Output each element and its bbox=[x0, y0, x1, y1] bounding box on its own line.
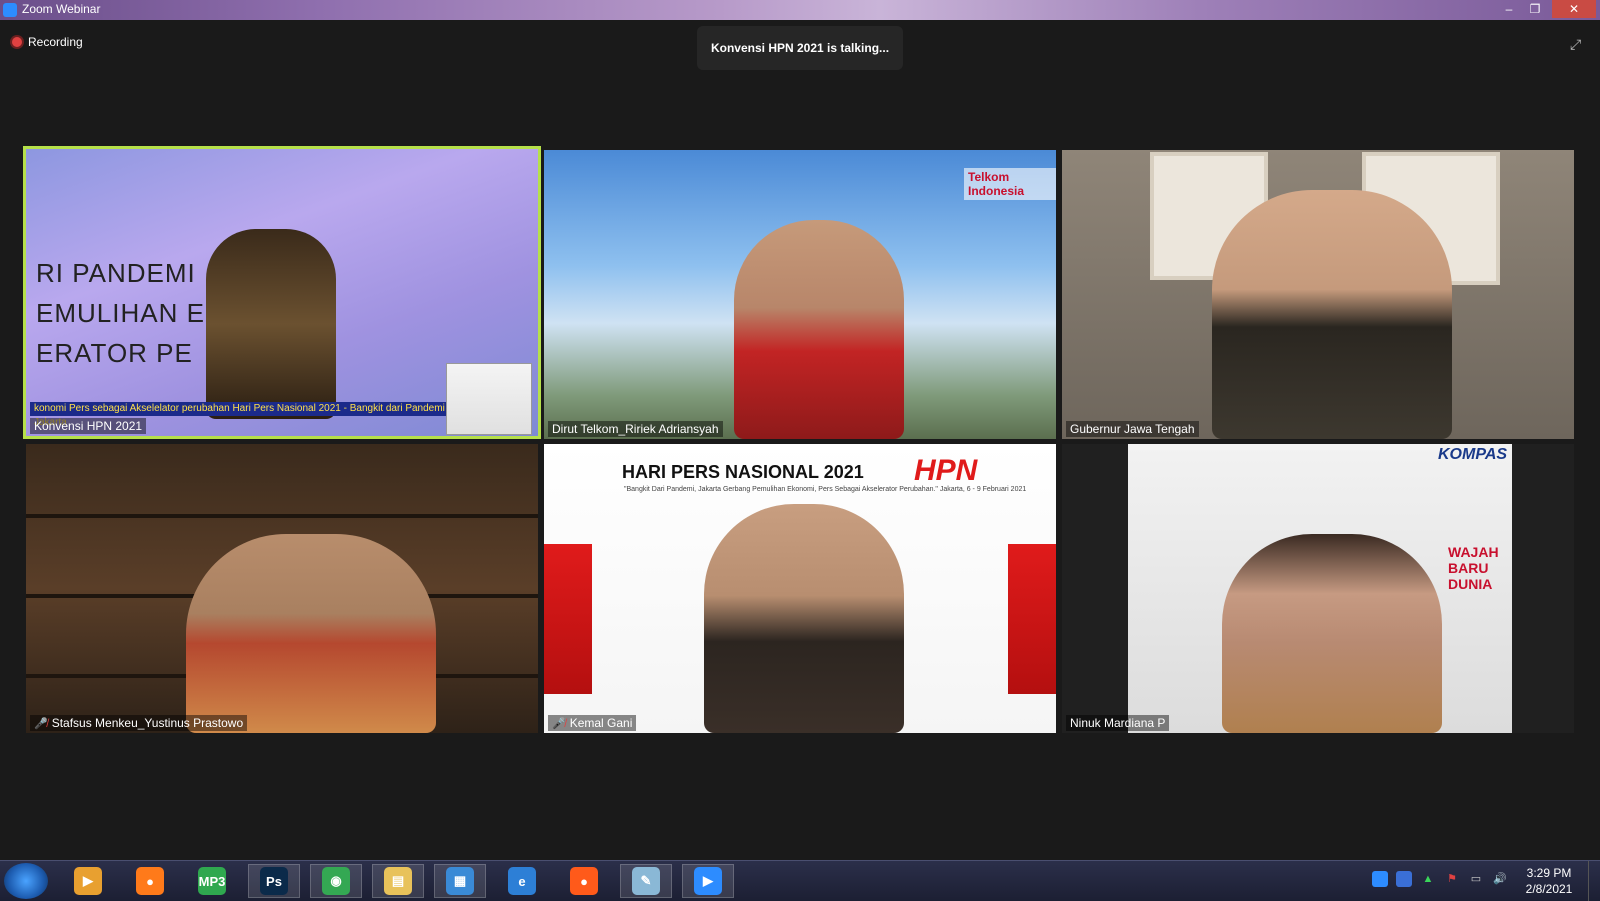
recording-label: Recording bbox=[28, 35, 83, 49]
clock-date: 2/8/2021 bbox=[1525, 882, 1573, 896]
volume-icon[interactable]: 🔊 bbox=[1492, 871, 1508, 887]
file-explorer-icon: ▤ bbox=[384, 867, 412, 895]
taskbar-app-image-viewer[interactable]: ▦ bbox=[434, 864, 486, 898]
taskbar-app-file-explorer[interactable]: ▤ bbox=[372, 864, 424, 898]
participant-figure bbox=[734, 220, 904, 439]
talking-banner: Konvensi HPN 2021 is talking... bbox=[697, 26, 903, 70]
banner-title: HARI PERS NASIONAL 2021 bbox=[622, 462, 864, 482]
video-tile-stafsus-menkeu[interactable]: 🎤̸ Stafsus Menkeu_Yustinus Prastowo bbox=[26, 444, 538, 733]
taskbar-app-internet-explorer[interactable]: e bbox=[496, 864, 548, 898]
mic-muted-icon: 🎤̸ bbox=[552, 717, 566, 730]
participant-name-label: Konvensi HPN 2021 bbox=[34, 419, 143, 433]
video-tile-kemal-gani[interactable]: HARI PERS NASIONAL 2021 "Bangkit Dari Pa… bbox=[544, 444, 1056, 733]
window-title: Zoom Webinar bbox=[22, 2, 101, 16]
taskbar-app-firefox-2[interactable]: ● bbox=[558, 864, 610, 898]
clock[interactable]: 3:29 PM 2/8/2021 bbox=[1518, 865, 1580, 897]
fullscreen-icon[interactable]: ⤢ bbox=[1570, 36, 1586, 52]
participant-figure bbox=[704, 504, 904, 733]
chrome-icon: ◉ bbox=[322, 867, 350, 895]
firefox-2-icon: ● bbox=[570, 867, 598, 895]
start-button[interactable] bbox=[4, 863, 48, 899]
stage-caption: konomi Pers sebagai Akselelator perubaha… bbox=[30, 402, 474, 428]
title-bar[interactable]: Zoom Webinar – ❐ ✕ bbox=[0, 0, 1600, 20]
clock-time: 3:29 PM bbox=[1526, 866, 1572, 880]
participant-figure bbox=[1212, 190, 1452, 439]
hpn-logo: HPN bbox=[914, 454, 978, 487]
taskbar-app-zoom[interactable]: ▶ bbox=[682, 864, 734, 898]
flag-tray-icon[interactable]: ⚑ bbox=[1444, 871, 1460, 887]
taskbar: ▶ ● MP3 Ps ◉ ▤ ▦ e ● ✎ ▶ ▲ ⚑ ▭ 🔊 3:29 PM 2/8/2021 bbox=[0, 860, 1600, 901]
participant-name: Dirut Telkom_Ririek Adriansyah bbox=[548, 421, 723, 437]
minimize-button[interactable]: – bbox=[1496, 0, 1522, 18]
participant-name: 🎤̸ Stafsus Menkeu_Yustinus Prastowo bbox=[30, 715, 248, 731]
maximize-button[interactable]: ❐ bbox=[1522, 0, 1548, 18]
internet-explorer-icon: e bbox=[508, 867, 536, 895]
video-tile-gubernur[interactable]: Gubernur Jawa Tengah bbox=[1062, 150, 1574, 439]
taskbar-app-firefox[interactable]: ● bbox=[124, 864, 176, 898]
zoom-icon: ▶ bbox=[694, 867, 722, 895]
recording-indicator[interactable]: Recording bbox=[12, 34, 83, 50]
participant-figure bbox=[1222, 534, 1442, 733]
close-button[interactable]: ✕ bbox=[1552, 0, 1596, 18]
participant-figure bbox=[186, 534, 436, 733]
talking-text: Konvensi HPN 2021 is talking... bbox=[710, 41, 890, 55]
record-icon bbox=[12, 37, 22, 47]
newspaper-headline: WAJAH BARU DUNIA bbox=[1448, 544, 1499, 592]
mic-muted-icon: 🎤̸ bbox=[34, 717, 48, 730]
firefox-icon: ● bbox=[136, 867, 164, 895]
image-viewer-icon: ▦ bbox=[446, 867, 474, 895]
display-tray-icon[interactable]: ▭ bbox=[1468, 871, 1484, 887]
notepad-icon: ✎ bbox=[632, 867, 660, 895]
taskbar-app-mp3-tool[interactable]: MP3 bbox=[186, 864, 238, 898]
banner-decoration bbox=[544, 544, 592, 694]
participant-name: 🎤̸ Kemal Gani bbox=[548, 715, 637, 731]
mp3-tool-icon: MP3 bbox=[198, 867, 226, 895]
participant-name-label: Gubernur Jawa Tengah bbox=[1070, 422, 1195, 436]
show-desktop-button[interactable] bbox=[1588, 861, 1600, 901]
drive-tray-icon[interactable]: ▲ bbox=[1420, 871, 1436, 887]
participant-name-label: Kemal Gani bbox=[569, 716, 633, 730]
photoshop-icon: Ps bbox=[260, 867, 288, 895]
banner-decoration bbox=[1008, 544, 1056, 694]
participant-name-label: Stafsus Menkeu_Yustinus Prastowo bbox=[51, 716, 244, 730]
telkom-logo: Telkom Indonesia bbox=[964, 168, 1056, 200]
taskbar-app-notepad[interactable]: ✎ bbox=[620, 864, 672, 898]
participant-name: Ninuk Mardiana P bbox=[1066, 715, 1170, 731]
taskbar-app-chrome[interactable]: ◉ bbox=[310, 864, 362, 898]
speaker-figure bbox=[206, 229, 336, 419]
zoom-app-icon bbox=[3, 3, 17, 17]
media-player-icon: ▶ bbox=[74, 867, 102, 895]
participant-name: Gubernur Jawa Tengah bbox=[1066, 421, 1199, 437]
network-tray-icon[interactable] bbox=[1396, 871, 1412, 887]
video-tile-ninuk[interactable]: KOMPAS WAJAH BARU DUNIA Ninuk Mardiana P bbox=[1062, 444, 1574, 733]
taskbar-app-media-player[interactable]: ▶ bbox=[62, 864, 114, 898]
bookshelf bbox=[26, 514, 538, 518]
sign-language-pip bbox=[446, 363, 532, 435]
participant-name-label: Dirut Telkom_Ririek Adriansyah bbox=[552, 422, 719, 436]
newspaper-masthead: KOMPAS bbox=[1438, 446, 1508, 463]
zoom-tray-icon[interactable] bbox=[1372, 871, 1388, 887]
taskbar-app-photoshop[interactable]: Ps bbox=[248, 864, 300, 898]
video-tile-dirut-telkom[interactable]: Telkom Indonesia Dirut Telkom_Ririek Adr… bbox=[544, 150, 1056, 439]
participant-name-label: Ninuk Mardiana P bbox=[1070, 716, 1166, 730]
system-tray: ▲ ⚑ ▭ 🔊 bbox=[1372, 871, 1508, 887]
participant-name: Konvensi HPN 2021 bbox=[30, 418, 147, 434]
video-tile-konvensi[interactable]: RI PANDEMI EMULIHAN EKO ERATOR PE konomi… bbox=[23, 146, 541, 439]
